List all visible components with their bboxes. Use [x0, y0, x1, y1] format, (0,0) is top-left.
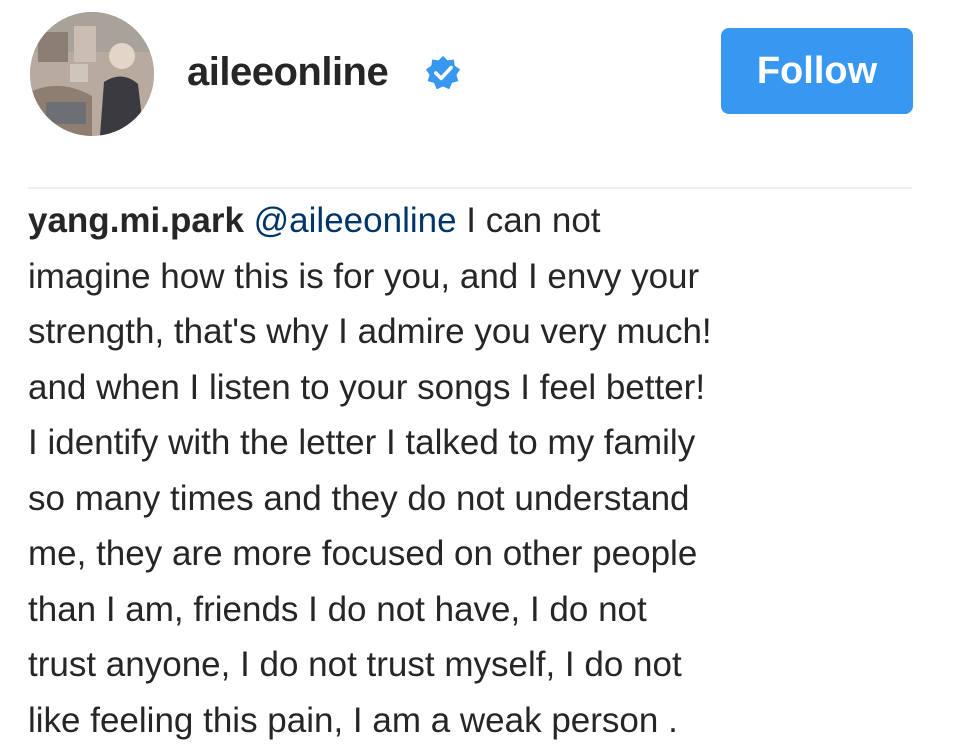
- comment-author[interactable]: yang.mi.park: [28, 201, 244, 240]
- post-header: aileeonline Follow: [0, 0, 960, 150]
- comment-line: I identify with the letter I talked to m…: [28, 415, 948, 471]
- divider: [28, 187, 912, 189]
- verified-badge-icon: [425, 55, 461, 91]
- comment-line: imagine how this is for you, and I envy …: [28, 249, 948, 305]
- comment-mention[interactable]: @aileeonline: [254, 201, 457, 240]
- comment-line: and when I listen to your songs I feel b…: [28, 360, 948, 416]
- comment-line: yang.mi.park @aileeonline I can not: [28, 193, 948, 249]
- comment-line: so many times and they do not understand: [28, 471, 948, 527]
- comment: yang.mi.park @aileeonline I can not imag…: [28, 193, 948, 748]
- profile-username[interactable]: aileeonline: [187, 48, 388, 96]
- follow-button[interactable]: Follow: [721, 28, 913, 114]
- comment-text: I can not: [457, 201, 601, 240]
- comment-line: strength, that's why I admire you very m…: [28, 304, 948, 360]
- avatar[interactable]: [30, 12, 154, 136]
- avatar-photo: [30, 12, 154, 136]
- comment-line: trust anyone, I do not trust myself, I d…: [28, 637, 948, 693]
- comment-line: me, they are more focused on other peopl…: [28, 526, 948, 582]
- comment-line: like feeling this pain, I am a weak pers…: [28, 693, 948, 748]
- comment-line: than I am, friends I do not have, I do n…: [28, 582, 948, 638]
